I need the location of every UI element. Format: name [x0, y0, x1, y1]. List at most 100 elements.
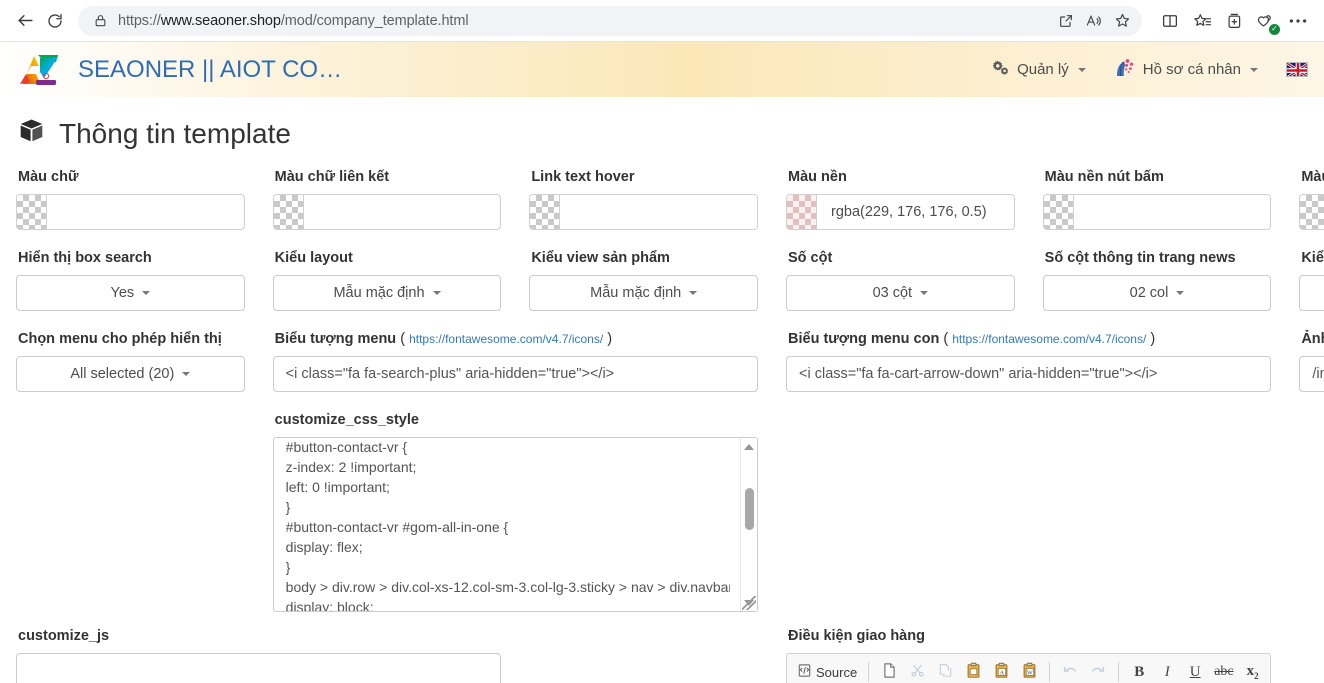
- split-screen-icon[interactable]: [1154, 6, 1186, 36]
- subscript-icon: x2: [1246, 663, 1259, 682]
- dropdown-so-cot-news[interactable]: 02 col: [1042, 275, 1272, 312]
- copy-button[interactable]: [932, 659, 958, 683]
- field-chon-menu: Chọn menu cho phép hiển thị All selected…: [16, 329, 245, 393]
- color-input-mau-chu-lien-ket[interactable]: [272, 194, 502, 231]
- field-label: Biểu tượng menu con ( https://fontawesom…: [786, 329, 1271, 356]
- brand[interactable]: SEAONER || AIOT CO…: [18, 50, 342, 90]
- color-swatch[interactable]: [1043, 195, 1074, 230]
- color-swatch[interactable]: [1300, 195, 1324, 230]
- nav-item-ho-so-ca-nhan-label: Hồ sơ cá nhân: [1142, 61, 1241, 78]
- dropdown-kieu-menu[interactable]: Menu mega: [1299, 275, 1324, 312]
- browser-essentials-icon[interactable]: ✓: [1250, 6, 1282, 36]
- field-link-text-hover: Link text hover: [529, 167, 758, 231]
- toolbar-separator: [1049, 662, 1051, 683]
- color-value[interactable]: [560, 195, 757, 229]
- textarea-scrollbar[interactable]: [740, 438, 757, 612]
- copy-icon: [938, 663, 953, 682]
- color-value[interactable]: [304, 195, 501, 229]
- field-customize-js: customize_js: [16, 626, 502, 683]
- textarea-resize-handle[interactable]: [742, 596, 756, 611]
- clipboard-text-icon: A: [994, 662, 1009, 682]
- subscript-button[interactable]: x2: [1240, 659, 1266, 683]
- strikethrough-button[interactable]: abc: [1210, 659, 1237, 683]
- more-options-icon[interactable]: [1282, 6, 1314, 36]
- color-input-mau-khung-vien[interactable]: transparent: [1299, 194, 1324, 231]
- cut-button[interactable]: [904, 659, 930, 683]
- italic-button[interactable]: I: [1154, 659, 1180, 683]
- source-button-label: Source: [816, 664, 858, 680]
- input-bieu-tuong-menu[interactable]: <i class="fa fa-search-plus" aria-hidden…: [272, 356, 758, 393]
- redo-button[interactable]: [1085, 659, 1111, 683]
- italic-icon: I: [1164, 663, 1170, 680]
- clipboard-word-icon: W: [1022, 662, 1037, 682]
- address-bar-url: https://www.seaoner.shop/mod/company_tem…: [118, 12, 469, 29]
- add-favorite-star-icon[interactable]: [1108, 7, 1136, 35]
- back-arrow-icon[interactable]: [10, 6, 40, 36]
- nav-item-ho-so-ca-nhan[interactable]: Hồ sơ cá nhân: [1114, 57, 1258, 82]
- field-customize-css-style: customize_css_style #button-contact-vr {…: [272, 410, 758, 613]
- color-input-mau-nen[interactable]: rgba(229, 176, 176, 0.5): [786, 194, 1015, 231]
- color-value[interactable]: [1074, 195, 1271, 229]
- input-bieu-tuong-menu-con[interactable]: <i class="fa fa-cart-arrow-down" aria-hi…: [786, 356, 1272, 393]
- field-spacer-mid: [529, 626, 758, 683]
- scrollbar-thumb[interactable]: [744, 488, 754, 531]
- reload-icon[interactable]: [40, 6, 70, 36]
- fontawesome-link[interactable]: https://fontawesome.com/v4.7/icons/: [409, 332, 603, 346]
- superscript-button[interactable]: x2: [1268, 659, 1271, 683]
- color-swatch[interactable]: [530, 195, 561, 230]
- textarea-content[interactable]: #button-contact-vr { z-index: 2 !importa…: [274, 438, 740, 611]
- source-code-icon: [797, 663, 812, 681]
- underline-icon: U: [1189, 663, 1201, 680]
- paste-button[interactable]: [960, 659, 986, 683]
- css-line: #button-contact-vr #gom-all-in-one {: [285, 519, 509, 536]
- color-swatch[interactable]: [273, 195, 304, 230]
- nav-item-quan-ly[interactable]: Quản lý: [992, 60, 1086, 79]
- color-swatch[interactable]: [787, 195, 817, 230]
- form-row-css: customize_css_style #button-contact-vr {…: [16, 410, 1324, 613]
- field-so-cot-thong-tin-trang-news: Số cột thông tin trang news 02 col: [1042, 248, 1272, 312]
- field-label: Kiểu layout: [274, 250, 353, 267]
- paste-as-text-button[interactable]: A: [988, 659, 1014, 683]
- textarea-customize-css-style[interactable]: #button-contact-vr { z-index: 2 !importa…: [272, 437, 758, 613]
- color-input-mau-chu[interactable]: [16, 194, 245, 231]
- collections-icon[interactable]: [1218, 6, 1250, 36]
- textarea-customize-js[interactable]: [16, 653, 502, 683]
- dropdown-value: All selected (20): [70, 366, 175, 383]
- source-button[interactable]: Source: [793, 659, 861, 683]
- bold-button[interactable]: B: [1126, 659, 1152, 683]
- new-page-button[interactable]: [876, 659, 902, 683]
- dropdown-kieu-view-san-pham[interactable]: Mẫu mặc định: [529, 275, 758, 312]
- dropdown-so-cot[interactable]: 03 cột: [786, 275, 1015, 312]
- field-label: customize_js: [18, 628, 110, 645]
- dropdown-chon-menu[interactable]: All selected (20): [16, 356, 245, 393]
- color-input-link-text-hover[interactable]: [529, 194, 758, 231]
- underline-button[interactable]: U: [1182, 659, 1208, 683]
- favorites-star-icon[interactable]: [1186, 6, 1218, 36]
- color-value[interactable]: [47, 195, 244, 229]
- read-aloud-icon[interactable]: [1080, 7, 1108, 35]
- open-in-app-icon[interactable]: [1052, 7, 1080, 35]
- paste-from-word-button[interactable]: W: [1016, 659, 1042, 683]
- scroll-up-arrow-icon[interactable]: [741, 438, 757, 455]
- dropdown-kieu-layout[interactable]: Mẫu mặc định: [272, 275, 502, 312]
- scrollbar-track[interactable]: [741, 455, 757, 594]
- field-bieu-tuong-menu: Biểu tượng menu ( https://fontawesome.co…: [272, 329, 758, 393]
- color-input-mau-nen-nut-bam[interactable]: [1042, 194, 1272, 231]
- new-page-icon: [882, 662, 897, 682]
- field-label-text: Biểu tượng menu con: [788, 331, 940, 348]
- input-anh-loading[interactable]: /img/loading/032.gif: [1299, 356, 1324, 393]
- dropdown-hien-thi-box-search[interactable]: Yes: [16, 275, 245, 312]
- security-status-dot: ✓: [1269, 23, 1280, 35]
- undo-button[interactable]: [1057, 659, 1083, 683]
- field-label: Màu nền nút bấm: [1044, 169, 1164, 185]
- chevron-down-icon: [1077, 67, 1086, 72]
- fontawesome-link[interactable]: https://fontawesome.com/v4.7/icons/: [952, 332, 1146, 346]
- address-bar[interactable]: https://www.seaoner.shop/mod/company_tem…: [78, 5, 1142, 36]
- lock-icon: [90, 11, 110, 31]
- uk-flag-icon[interactable]: [1286, 62, 1308, 77]
- field-label: Link text hover: [531, 169, 635, 185]
- color-swatch[interactable]: [17, 195, 47, 230]
- field-bieu-tuong-menu-con: Biểu tượng menu con ( https://fontawesom…: [786, 329, 1272, 393]
- color-value[interactable]: rgba(229, 176, 176, 0.5): [817, 195, 1014, 229]
- field-label: Màu chữ: [18, 169, 79, 185]
